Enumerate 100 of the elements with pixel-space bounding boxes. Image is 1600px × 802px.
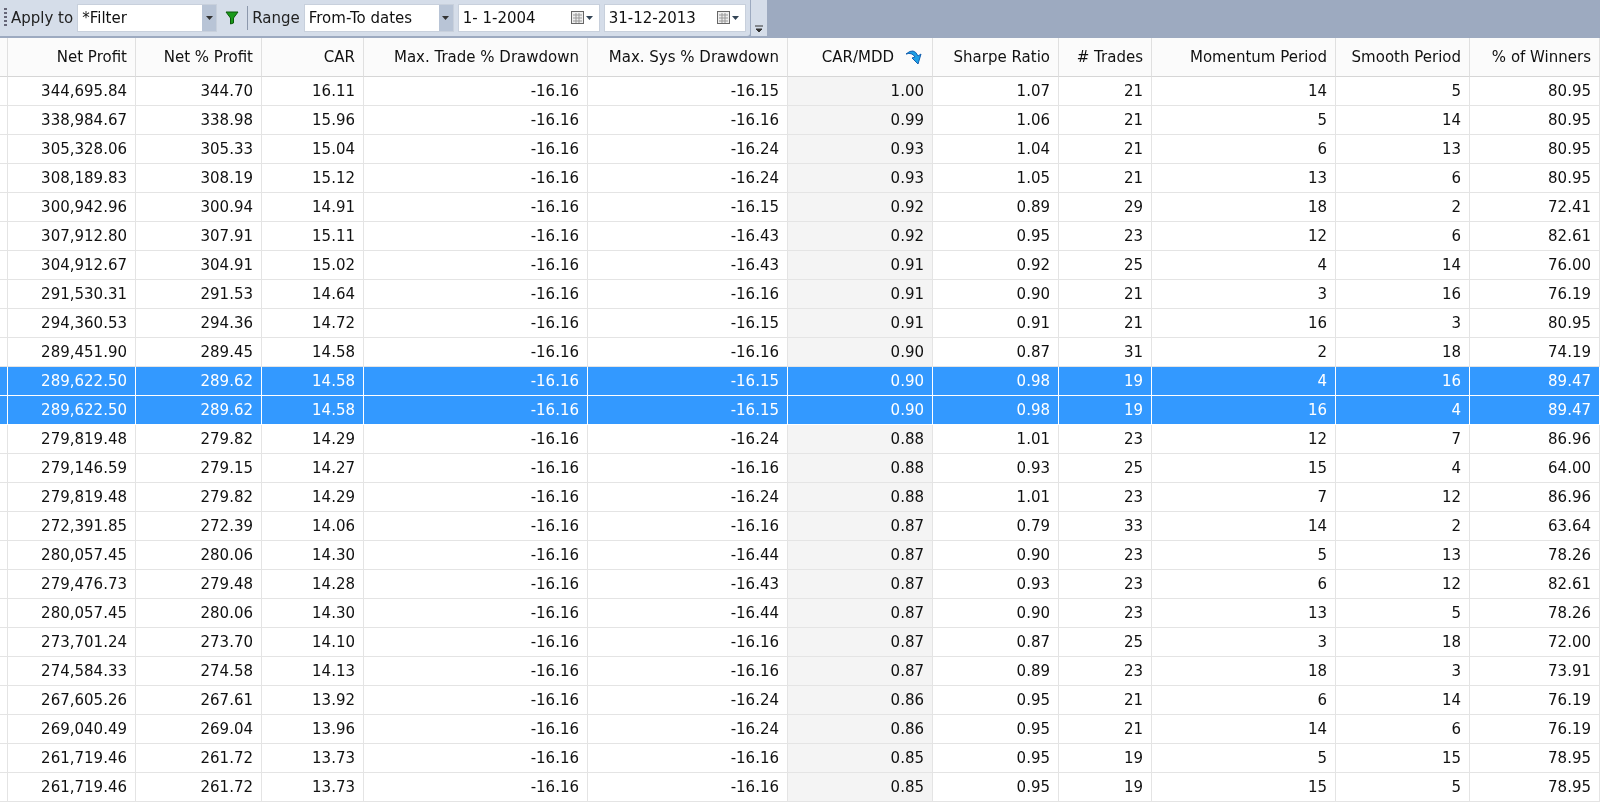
table-cell: 294,360.53 [8, 309, 136, 338]
row-selector[interactable] [0, 715, 8, 744]
row-selector[interactable] [0, 164, 8, 193]
row-selector[interactable] [0, 599, 8, 628]
table-cell: 2 [1336, 512, 1470, 541]
table-cell: 7 [1152, 483, 1336, 512]
row-selector[interactable] [0, 483, 8, 512]
row-selector[interactable] [0, 454, 8, 483]
table-cell: 0.86 [788, 715, 933, 744]
row-selector[interactable] [0, 135, 8, 164]
table-cell: 14.30 [262, 541, 364, 570]
table-cell: 13.96 [262, 715, 364, 744]
column-header[interactable]: Momentum Period [1152, 38, 1336, 77]
table-cell: 14 [1336, 686, 1470, 715]
table-cell: 82.61 [1470, 222, 1600, 251]
table-cell: 0.87 [788, 599, 933, 628]
table-cell: 0.90 [788, 338, 933, 367]
table-cell: 6 [1152, 686, 1336, 715]
table-cell: 23 [1059, 222, 1152, 251]
table-cell: -16.16 [364, 106, 588, 135]
column-header[interactable]: Smooth Period [1336, 38, 1470, 77]
table-cell: 14.27 [262, 454, 364, 483]
table-cell: 279,819.48 [8, 483, 136, 512]
table-cell: 15 [1152, 454, 1336, 483]
table-cell: -16.15 [588, 367, 788, 396]
range-dropdown[interactable]: From-To dates [303, 4, 454, 32]
row-selector[interactable] [0, 628, 8, 657]
table-cell: 4 [1336, 454, 1470, 483]
table-cell: 13 [1152, 599, 1336, 628]
table-cell: 21 [1059, 280, 1152, 309]
row-selector[interactable] [0, 686, 8, 715]
table-cell: 0.95 [933, 744, 1059, 773]
row-selector[interactable] [0, 744, 8, 773]
table-cell: 15.96 [262, 106, 364, 135]
table-cell: 23 [1059, 599, 1152, 628]
table-cell: 4 [1336, 396, 1470, 425]
table-cell: 274.58 [136, 657, 262, 686]
table-cell: 261,719.46 [8, 773, 136, 802]
table-cell: 261.72 [136, 773, 262, 802]
table-cell: 13.92 [262, 686, 364, 715]
column-header[interactable]: Sharpe Ratio [933, 38, 1059, 77]
table-cell: 304.91 [136, 251, 262, 280]
table-cell: 29 [1059, 193, 1152, 222]
to-date-field[interactable]: 31-12-2013 [603, 4, 746, 32]
row-selector[interactable] [0, 541, 8, 570]
row-selector[interactable] [0, 106, 8, 135]
table-cell: 308,189.83 [8, 164, 136, 193]
filter-icon[interactable] [225, 11, 240, 25]
table-cell: 19 [1059, 773, 1152, 802]
table-cell: 15.12 [262, 164, 364, 193]
row-selector[interactable] [0, 280, 8, 309]
row-selector[interactable] [0, 773, 8, 802]
column-header[interactable]: CAR [262, 38, 364, 77]
table-cell: 1.01 [933, 483, 1059, 512]
table-cell: 21 [1059, 309, 1152, 338]
table-cell: 289.62 [136, 396, 262, 425]
column-header[interactable]: Max. Sys % Drawdown [588, 38, 788, 77]
table-cell: 267.61 [136, 686, 262, 715]
table-cell: 280.06 [136, 541, 262, 570]
filter-dropdown[interactable]: *Filter [77, 4, 218, 32]
table-cell: 15.11 [262, 222, 364, 251]
grip-icon[interactable] [4, 8, 7, 28]
table-cell: 5 [1336, 599, 1470, 628]
table-cell: 1.01 [933, 425, 1059, 454]
table-cell: 6 [1336, 164, 1470, 193]
row-selector[interactable] [0, 425, 8, 454]
row-selector[interactable] [0, 251, 8, 280]
table-cell: -16.16 [364, 628, 588, 657]
column-header[interactable]: # Trades [1059, 38, 1152, 77]
table-cell: 76.19 [1470, 715, 1600, 744]
row-selector[interactable] [0, 77, 8, 106]
table-cell: -16.16 [364, 657, 588, 686]
row-selector[interactable] [0, 222, 8, 251]
table-cell: 0.95 [933, 773, 1059, 802]
row-selector[interactable] [0, 657, 8, 686]
row-selector[interactable] [0, 193, 8, 222]
row-selector[interactable] [0, 512, 8, 541]
table-cell: 0.88 [788, 425, 933, 454]
table-cell: 13 [1336, 541, 1470, 570]
from-date-field[interactable]: 1- 1-2004 [457, 4, 600, 32]
table-cell: 14.06 [262, 512, 364, 541]
column-header[interactable]: % of Winners [1470, 38, 1600, 77]
table-cell: 0.92 [788, 222, 933, 251]
column-header[interactable]: CAR/MDD [788, 38, 933, 77]
row-selector[interactable] [0, 309, 8, 338]
column-header[interactable]: Net Profit [8, 38, 136, 77]
table-cell: 15 [1336, 744, 1470, 773]
calendar-icon [716, 11, 741, 25]
row-selector[interactable] [0, 570, 8, 599]
table-cell: 73.91 [1470, 657, 1600, 686]
table-cell: 0.89 [933, 657, 1059, 686]
table-cell: 344.70 [136, 77, 262, 106]
column-header[interactable]: Max. Trade % Drawdown [364, 38, 588, 77]
table-cell: 14 [1336, 251, 1470, 280]
overflow-button[interactable] [750, 0, 767, 36]
table-cell: 76.00 [1470, 251, 1600, 280]
table-cell: 304,912.67 [8, 251, 136, 280]
table-cell: 0.92 [933, 251, 1059, 280]
column-header[interactable]: Net % Profit [136, 38, 262, 77]
table-cell: 0.87 [788, 541, 933, 570]
